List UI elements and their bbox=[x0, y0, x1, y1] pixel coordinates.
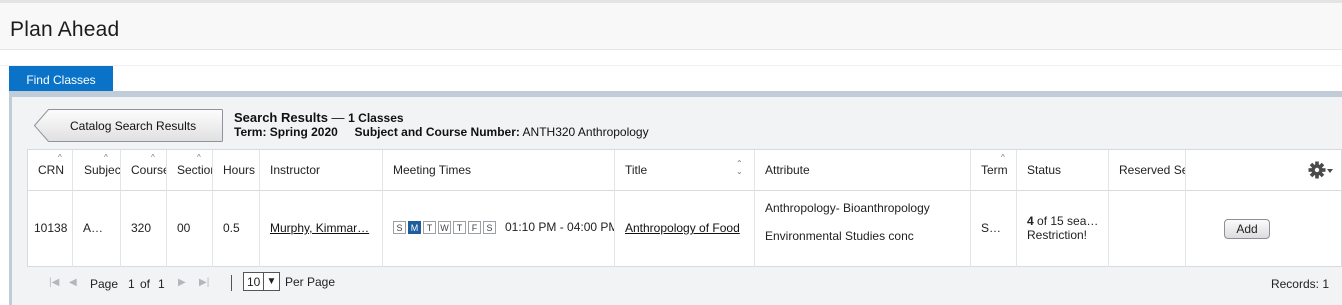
day-monday: M bbox=[408, 221, 421, 234]
instructor-link[interactable]: Murphy, Kimmar… bbox=[270, 221, 369, 235]
col-header-instructor[interactable]: Instructor bbox=[260, 150, 383, 190]
current-page[interactable]: 1 bbox=[128, 277, 135, 291]
sort-icon: ⌃ ⌄ bbox=[736, 159, 743, 176]
back-button-label: Catalog Search Results bbox=[70, 119, 197, 133]
cell-instructor: Murphy, Kimmar… bbox=[260, 190, 383, 267]
cell-crn: 10138 bbox=[28, 190, 73, 267]
sort-icon: ^ bbox=[104, 153, 108, 162]
of-label: of bbox=[140, 277, 151, 291]
cell-section: 00 bbox=[167, 190, 213, 267]
term-label: Term: bbox=[234, 125, 267, 139]
next-page-icon[interactable]: ▶ bbox=[178, 277, 186, 288]
results-panel: Catalog Search Results Search Results — … bbox=[12, 97, 1342, 305]
seats-available: 4 bbox=[1027, 214, 1034, 228]
day-friday: F bbox=[468, 221, 481, 234]
attribute-item: Anthropology- Bioanthropology bbox=[765, 201, 930, 215]
header-strip bbox=[0, 51, 1342, 66]
catalog-search-results-button[interactable]: Catalog Search Results bbox=[34, 109, 223, 142]
results-dash: — bbox=[327, 110, 349, 125]
attribute-item: Environmental Studies conc bbox=[765, 229, 914, 243]
gear-icon[interactable] bbox=[1306, 159, 1334, 181]
search-criteria: Term: Spring 2020 Subject and Course Num… bbox=[234, 125, 649, 139]
cell-attribute: Anthropology- Bioanthropology Environmen… bbox=[755, 190, 971, 267]
per-page-label: Per Page bbox=[285, 275, 336, 289]
meeting-days: S M T W T F S bbox=[393, 221, 498, 234]
col-header-reserved-seats[interactable]: Reserved Se bbox=[1109, 150, 1186, 190]
tab-find-classes[interactable]: Find Classes bbox=[9, 66, 113, 91]
cell-actions: Add bbox=[1186, 190, 1341, 267]
chevron-down-icon: ▼ bbox=[263, 273, 279, 290]
restriction-note: Restriction! bbox=[1027, 228, 1088, 242]
sort-icon: ^ bbox=[58, 153, 62, 162]
cell-status: 4 of 15 sea… Restriction! bbox=[1017, 190, 1109, 267]
per-page-select[interactable]: 10 ▼ bbox=[243, 272, 280, 291]
cell-reserved-seats bbox=[1109, 190, 1186, 267]
col-header-attribute[interactable]: Attribute bbox=[755, 150, 971, 190]
day-wednesday: W bbox=[438, 221, 451, 234]
last-page-icon[interactable]: ▶| bbox=[199, 277, 209, 288]
cell-term: S… bbox=[971, 190, 1017, 267]
cell-title: Anthropology of Food bbox=[615, 190, 755, 267]
sort-icon: ^ bbox=[151, 153, 155, 162]
seats-status: 4 of 15 sea… bbox=[1027, 215, 1098, 228]
total-pages: 1 bbox=[158, 277, 165, 291]
col-header-meeting-times[interactable]: Meeting Times bbox=[383, 150, 615, 190]
table-header: CRN^ Subject^ Course^ Section^ Hours Ins… bbox=[28, 150, 1341, 191]
cell-course: 320 bbox=[121, 190, 167, 267]
day-thursday: T bbox=[453, 221, 466, 234]
search-results-title: Search Results — 1 Classes bbox=[234, 110, 404, 125]
meeting-time: 01:10 PM - 04:00 PM bbox=[505, 220, 615, 234]
page-label: Page bbox=[90, 277, 119, 291]
records-count: Records: 1 bbox=[1270, 277, 1329, 291]
prev-page-icon[interactable]: ◀ bbox=[69, 277, 77, 288]
cell-hours: 0.5 bbox=[213, 190, 260, 267]
sort-icon: ^ bbox=[197, 153, 201, 162]
header-bar: Plan Ahead bbox=[0, 0, 1342, 50]
pagination-bar: |◀ ◀ Page 1 of 1 ▶ ▶| 10 ▼ Per Page Reco… bbox=[27, 267, 1342, 299]
first-page-icon[interactable]: |◀ bbox=[49, 277, 59, 288]
page-title: Plan Ahead bbox=[10, 18, 120, 41]
col-header-hours[interactable]: Hours bbox=[213, 150, 260, 190]
results-panel-frame: Catalog Search Results Search Results — … bbox=[9, 91, 1342, 305]
table-row[interactable]: 10138 A… 320 00 0.5 Murphy, Kimmar… S M … bbox=[28, 190, 1341, 267]
subject-label: Subject and Course Number: bbox=[354, 125, 520, 139]
cell-meeting-times[interactable]: S M T W T F S 01:10 PM - 04:00 PM bbox=[383, 190, 615, 267]
course-title-link[interactable]: Anthropology of Food bbox=[625, 221, 740, 235]
day-saturday: S bbox=[483, 221, 496, 234]
day-sunday: S bbox=[393, 221, 406, 234]
sort-icon: ^ bbox=[1001, 153, 1005, 162]
cell-subject: A… bbox=[73, 190, 121, 267]
add-button[interactable]: Add bbox=[1224, 219, 1270, 239]
day-tuesday: T bbox=[423, 221, 436, 234]
col-header-title[interactable]: Title ⌃ ⌄ bbox=[615, 150, 755, 190]
col-header-course[interactable]: Course ^ bbox=[121, 150, 167, 190]
col-header-status[interactable]: Status bbox=[1017, 150, 1109, 190]
per-page-value: 10 bbox=[247, 275, 261, 289]
col-header-term[interactable]: Term ^ bbox=[971, 150, 1017, 190]
col-header-subject[interactable]: Subject ^ bbox=[73, 150, 121, 190]
col-header-section[interactable]: Section^ bbox=[167, 150, 213, 190]
term-value: Spring 2020 bbox=[269, 125, 338, 139]
results-count: 1 Classes bbox=[348, 111, 404, 125]
results-title-text: Search Results bbox=[234, 110, 328, 125]
seats-total: of 15 sea… bbox=[1033, 214, 1099, 228]
col-header-crn[interactable]: CRN ^ bbox=[28, 150, 73, 190]
pager-divider bbox=[231, 275, 232, 291]
subject-value: ANTH320 Anthropology bbox=[522, 125, 649, 139]
results-table: CRN^ Subject^ Course^ Section^ Hours Ins… bbox=[27, 149, 1342, 267]
